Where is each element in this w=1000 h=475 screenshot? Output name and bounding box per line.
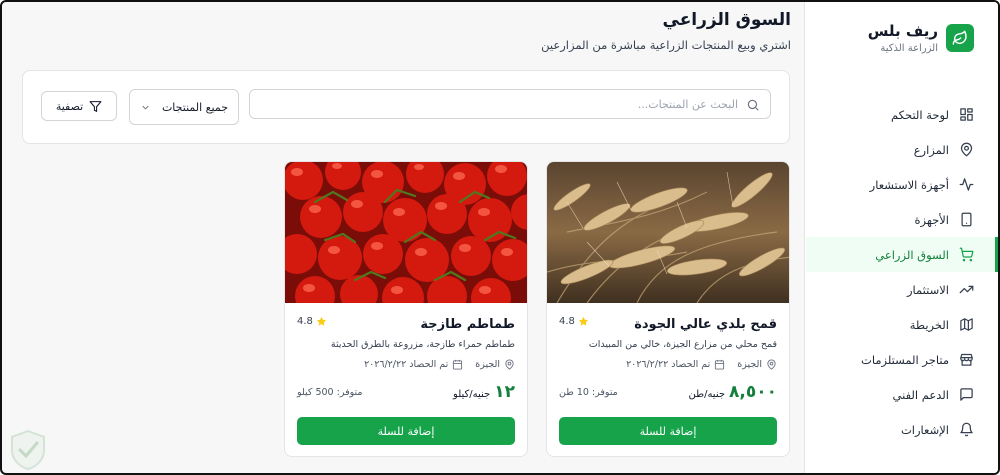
product-name[interactable]: طماطم طازجة <box>420 317 515 332</box>
map-pin-icon <box>505 359 514 370</box>
product-stock: متوفر: 10 طن <box>559 387 618 398</box>
product-harvest-date: تم الحصاد ٢٠٢٦/٢/٢٢ <box>364 359 463 370</box>
brand[interactable]: ريف بلس الزراعة الذكية <box>814 22 984 58</box>
chevron-down-icon <box>142 105 149 110</box>
product-stock: متوفر: 500 كيلو <box>297 387 363 398</box>
star-icon <box>578 316 588 326</box>
product-card: طماطم طازجة 4.8 طماطم حمراء طازجة، مزروع… <box>284 161 528 457</box>
store-icon <box>960 353 973 366</box>
price-value: ١٢ <box>494 382 515 402</box>
sidebar-item-label: الاستثمار <box>906 282 949 297</box>
filter-icon <box>89 100 102 112</box>
product-rating: 4.8 <box>559 316 589 327</box>
sidebar-nav: لوحة التحكم المزارع أجهزة الاستشعار الأج… <box>806 97 998 447</box>
sidebar-item-notifications[interactable]: الإشعارات <box>806 412 998 447</box>
category-select[interactable]: جميع المنتجات <box>129 89 239 125</box>
calendar-icon <box>715 359 725 370</box>
search-icon <box>747 99 759 111</box>
device-icon <box>961 212 972 227</box>
sidebar-item-label: السوق الزراعي <box>875 247 949 262</box>
product-name[interactable]: قمح بلدي عالي الجودة <box>634 317 777 332</box>
harvest-text: تم الحصاد ٢٠٢٦/٢/٢٢ <box>626 359 711 370</box>
sidebar-item-marketplace[interactable]: السوق الزراعي <box>806 237 998 272</box>
filter-button[interactable]: تصفية <box>41 91 117 121</box>
sidebar-item-label: الدعم الفني <box>892 387 949 402</box>
brand-name: ريف بلس <box>867 22 938 40</box>
sidebar-item-dashboard[interactable]: لوحة التحكم <box>806 97 998 132</box>
product-image-tomatoes <box>285 162 527 303</box>
bell-icon <box>960 422 973 437</box>
sidebar-item-support[interactable]: الدعم الفني <box>806 377 998 412</box>
sidebar-item-label: لوحة التحكم <box>891 107 949 122</box>
location-text: الجيزة <box>475 359 500 370</box>
rating-value: 4.8 <box>297 316 313 327</box>
filter-button-label: تصفية <box>55 99 84 113</box>
product-location: الجيزة <box>737 359 777 370</box>
price-unit: جنيه/طن <box>688 389 726 400</box>
sidebar-item-devices[interactable]: الأجهزة <box>806 202 998 237</box>
trending-up-icon <box>959 285 974 294</box>
add-to-cart-button[interactable]: إضافة للسلة <box>297 417 515 445</box>
product-meta: الجيزة تم الحصاد ٢٠٢٦/٢/٢٢ <box>626 359 777 370</box>
cart-icon <box>959 247 974 262</box>
filter-bar: البحث عن المنتجات... جميع المنتجات تصفية <box>22 70 790 144</box>
activity-icon <box>959 178 974 191</box>
sidebar-item-sensors[interactable]: أجهزة الاستشعار <box>806 167 998 202</box>
sidebar: ريف بلس الزراعة الذكية لوحة التحكم المزا… <box>804 2 998 473</box>
category-select-value: جميع المنتجات <box>161 100 228 114</box>
search-input[interactable]: البحث عن المنتجات... <box>249 89 771 119</box>
map-icon <box>960 318 973 331</box>
add-to-cart-button[interactable]: إضافة للسلة <box>559 417 777 445</box>
brand-subtitle: الزراعة الذكية <box>880 43 938 54</box>
watermark-shield-icon <box>6 428 50 472</box>
sidebar-item-label: المزارع <box>913 142 949 157</box>
product-price: ١٢ جنيه/كيلو <box>453 382 515 402</box>
sidebar-item-farms[interactable]: المزارع <box>806 132 998 167</box>
calendar-icon <box>453 359 463 370</box>
page-title: السوق الزراعي <box>662 10 792 30</box>
product-image-wheat <box>547 162 789 303</box>
sidebar-item-label: أجهزة الاستشعار <box>869 177 949 192</box>
product-meta: الجيزة تم الحصاد ٢٠٢٦/٢/٢٢ <box>364 359 515 370</box>
star-icon <box>316 316 326 326</box>
product-description: قمح محلي من مزارع الجيزة، خالي من المبيد… <box>588 339 777 350</box>
map-pin-icon <box>960 142 973 157</box>
product-location: الجيزة <box>475 359 515 370</box>
map-pin-icon <box>767 359 776 370</box>
price-unit: جنيه/كيلو <box>453 389 491 400</box>
sidebar-item-map[interactable]: الخريطة <box>806 307 998 342</box>
main-content: السوق الزراعي اشتري وبيع المنتجات الزراع… <box>2 2 808 473</box>
product-harvest-date: تم الحصاد ٢٠٢٦/٢/٢٢ <box>626 359 725 370</box>
price-value: ٨,٥٠٠ <box>729 382 777 402</box>
sidebar-item-label: الإشعارات <box>900 422 949 437</box>
sidebar-item-label: متاجر المستلزمات <box>861 352 949 367</box>
sidebar-item-label: الأجهزة <box>914 212 949 227</box>
harvest-text: تم الحصاد ٢٠٢٦/٢/٢٢ <box>364 359 449 370</box>
location-text: الجيزة <box>737 359 762 370</box>
dashboard-icon <box>960 108 973 121</box>
product-rating: 4.8 <box>297 316 327 327</box>
sidebar-item-investment[interactable]: الاستثمار <box>806 272 998 307</box>
rating-value: 4.8 <box>559 316 575 327</box>
product-price: ٨,٥٠٠ جنيه/طن <box>689 382 778 402</box>
product-card: قمح بلدي عالي الجودة 4.8 قمح محلي من مزا… <box>546 161 790 457</box>
page-subtitle: اشتري وبيع المنتجات الزراعية مباشرة من ا… <box>541 38 791 52</box>
message-icon <box>960 388 973 401</box>
sidebar-item-supply-stores[interactable]: متاجر المستلزمات <box>806 342 998 377</box>
app-window: ريف بلس الزراعة الذكية لوحة التحكم المزا… <box>0 0 1000 475</box>
leaf-icon <box>946 24 974 52</box>
sidebar-item-label: الخريطة <box>909 317 949 332</box>
search-placeholder: البحث عن المنتجات... <box>637 97 738 111</box>
product-description: طماطم حمراء طازجة، مزروعة بالطرق الحديثة <box>330 339 515 350</box>
